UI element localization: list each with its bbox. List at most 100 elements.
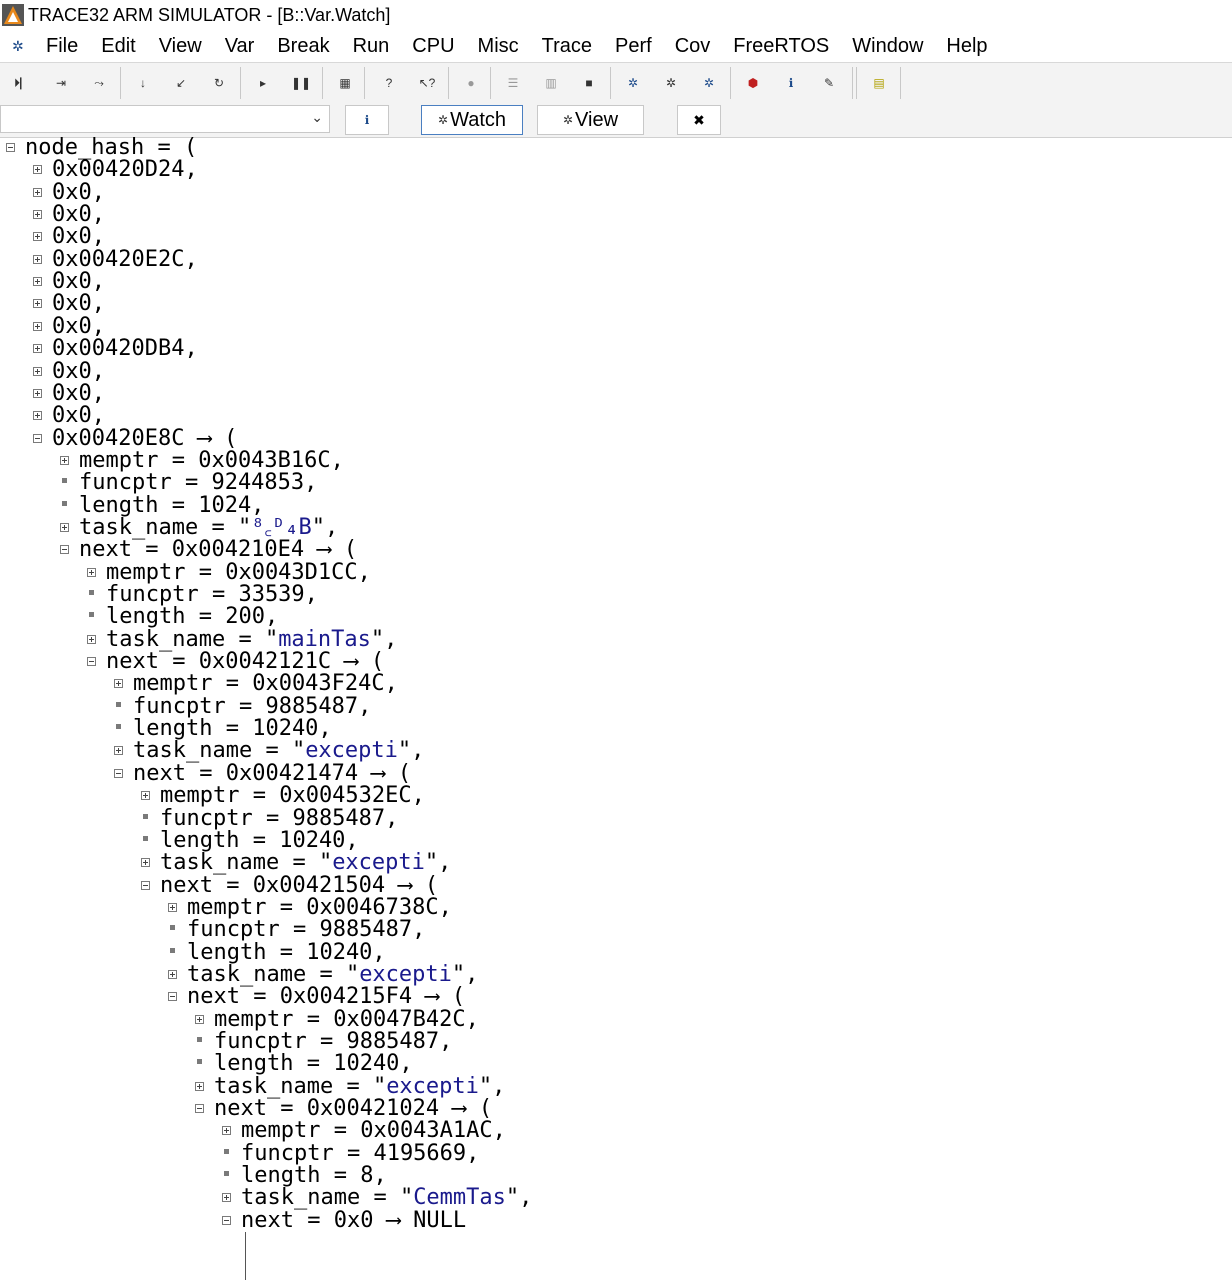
tree-row[interactable]: next = 0x0042121C ⟶ (: [106, 651, 384, 673]
expression-combobox[interactable]: ⌄: [0, 105, 330, 133]
delete-button[interactable]: ✖: [677, 105, 721, 135]
tree-row[interactable]: task_name = "⁸꜀ᴰ₄B",: [79, 516, 338, 539]
tree-row[interactable]: funcptr = 4195669,: [241, 1142, 479, 1165]
watch-var-icon[interactable]: ✲: [620, 71, 646, 95]
expand-icon[interactable]: [168, 902, 177, 912]
tree-row[interactable]: length = 10240,: [187, 941, 386, 964]
tree-row[interactable]: 0x00420DB4,: [52, 338, 198, 360]
frame-icon[interactable]: ✲: [696, 71, 722, 95]
menu-misc[interactable]: Misc: [478, 35, 519, 58]
view-var-icon[interactable]: ✲: [658, 71, 684, 95]
tree-row[interactable]: task_name = "excepti",: [187, 963, 478, 986]
tree-row[interactable]: memptr = 0x0043B16C,: [79, 449, 344, 472]
tree-row[interactable]: funcptr = 9885487,: [214, 1031, 452, 1053]
step-into-icon[interactable]: ↓: [130, 71, 156, 95]
info-button[interactable]: ℹ: [345, 105, 389, 135]
step-icon[interactable]: ⏵▏: [10, 71, 36, 95]
tree-row[interactable]: next = 0x004215F4 ⟶ (: [187, 986, 465, 1008]
expand-icon[interactable]: [222, 1126, 231, 1136]
tree-row[interactable]: 0x0,: [52, 382, 105, 405]
tree-row[interactable]: 0x0,: [52, 204, 105, 226]
register-icon[interactable]: ■: [576, 71, 602, 95]
context-help-icon[interactable]: ↖?: [414, 71, 440, 95]
chevron-down-icon[interactable]: ⌄: [311, 109, 323, 126]
tree-row[interactable]: length = 8,: [241, 1165, 387, 1187]
tree-row[interactable]: memptr = 0x0043A1AC,: [241, 1120, 506, 1142]
tree-row[interactable]: task_name = "excepti",: [160, 852, 451, 874]
chip-icon[interactable]: ⬢: [740, 71, 766, 95]
collapse-icon[interactable]: [60, 545, 69, 555]
expand-icon[interactable]: [141, 858, 150, 868]
collapse-icon[interactable]: [168, 992, 177, 1002]
expand-icon[interactable]: [33, 210, 42, 220]
tree-row[interactable]: length = 10240,: [214, 1053, 413, 1075]
expand-icon[interactable]: [87, 634, 96, 644]
list-icon[interactable]: ☰: [500, 71, 526, 95]
collapse-icon[interactable]: [222, 1215, 231, 1225]
menu-window[interactable]: Window: [852, 35, 923, 58]
tree-row[interactable]: node_hash = (: [25, 137, 197, 159]
expand-icon[interactable]: [222, 1193, 231, 1203]
tree-row[interactable]: memptr = 0x0043D1CC,: [106, 561, 371, 584]
menu-cov[interactable]: Cov: [675, 35, 711, 58]
tree-row[interactable]: memptr = 0x0043F24C,: [133, 673, 398, 695]
wrench-icon[interactable]: ✎: [816, 71, 842, 95]
tree-row[interactable]: next = 0x004210E4 ⟶ (: [79, 539, 357, 561]
menu-var[interactable]: Var: [225, 35, 255, 58]
expand-icon[interactable]: [87, 567, 96, 577]
up-icon[interactable]: ↻: [206, 71, 232, 95]
tree-row[interactable]: funcptr = 9244853,: [79, 472, 317, 494]
view-button[interactable]: ✲ View: [537, 105, 644, 135]
tree-row[interactable]: length = 200,: [106, 606, 278, 628]
expand-icon[interactable]: [114, 746, 123, 756]
tree-row[interactable]: 0x00420D24,: [52, 159, 198, 181]
tree-row[interactable]: memptr = 0x0047B42C,: [214, 1008, 479, 1031]
menu-break[interactable]: Break: [277, 35, 329, 58]
expand-icon[interactable]: [33, 388, 42, 398]
tree-row[interactable]: length = 1024,: [79, 494, 264, 517]
break-icon[interactable]: ❚❚: [288, 71, 314, 95]
expand-icon[interactable]: [114, 679, 123, 689]
collapse-icon[interactable]: [33, 433, 42, 443]
expand-icon[interactable]: [33, 411, 42, 421]
tree-row[interactable]: task_name = "excepti",: [214, 1075, 505, 1098]
expand-icon[interactable]: [33, 321, 42, 331]
memory-icon[interactable]: ▥: [538, 71, 564, 95]
help-icon[interactable]: ?: [376, 71, 402, 95]
tree-row[interactable]: funcptr = 9885487,: [187, 919, 425, 941]
tree-row[interactable]: length = 10240,: [160, 829, 359, 852]
expand-icon[interactable]: [168, 969, 177, 979]
expand-icon[interactable]: [33, 232, 42, 242]
tree-row[interactable]: funcptr = 9885487,: [160, 807, 398, 830]
expand-icon[interactable]: [33, 277, 42, 287]
menu-freertos[interactable]: FreeRTOS: [733, 35, 829, 58]
tree-row[interactable]: funcptr = 33539,: [106, 584, 318, 606]
menu-run[interactable]: Run: [353, 35, 390, 58]
tree-row[interactable]: 0x00420E2C,: [52, 248, 198, 271]
tree-row[interactable]: 0x0,: [52, 293, 105, 315]
menu-view[interactable]: View: [159, 35, 202, 58]
menu-edit[interactable]: Edit: [101, 35, 135, 58]
tree-row[interactable]: memptr = 0x0046738C,: [187, 896, 452, 919]
tree-row[interactable]: length = 10240,: [133, 718, 332, 740]
collapse-icon[interactable]: [6, 143, 15, 152]
stop-icon[interactable]: ●: [458, 71, 484, 95]
tree-row[interactable]: 0x0,: [52, 405, 105, 427]
menu-trace[interactable]: Trace: [542, 35, 592, 58]
tree-row[interactable]: 0x0,: [52, 271, 105, 293]
collapse-icon[interactable]: [114, 768, 123, 778]
tree-row[interactable]: funcptr = 9885487,: [133, 695, 371, 718]
collapse-icon[interactable]: [195, 1104, 204, 1114]
tree-row[interactable]: task_name = "excepti",: [133, 740, 424, 762]
expand-icon[interactable]: [33, 254, 42, 264]
tree-row[interactable]: memptr = 0x004532EC,: [160, 785, 425, 807]
collapse-icon[interactable]: [141, 880, 150, 890]
return-icon[interactable]: ↙: [168, 71, 194, 95]
tree-row[interactable]: next = 0x00421474 ⟶ (: [133, 762, 411, 785]
tree-row[interactable]: 0x0,: [52, 360, 105, 383]
go-icon[interactable]: ▸: [250, 71, 276, 95]
tree-row[interactable]: task_name = "CemmTas",: [241, 1187, 532, 1209]
expand-icon[interactable]: [195, 1081, 204, 1091]
watch-button[interactable]: ✲ Watch: [421, 105, 523, 135]
system-menu-icon[interactable]: ✲: [12, 38, 34, 55]
